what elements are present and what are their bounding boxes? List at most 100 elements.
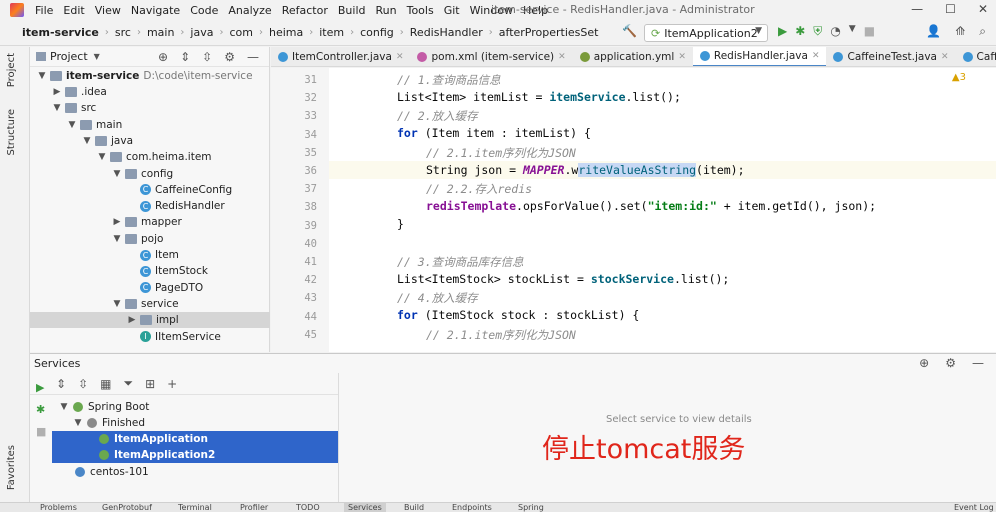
code-editor[interactable]: 31 32 33 34 35 36 37 38 39 40 41 42 43 44 45 ▲3 // 1.查… xyxy=(271,68,996,352)
breadcrumb-java[interactable]: java xyxy=(190,26,213,39)
breadcrumb-item[interactable]: item xyxy=(319,26,344,39)
breadcrumb-redishandler[interactable]: RedisHandler xyxy=(410,26,483,39)
chevron-down-icon[interactable]: ▼ xyxy=(72,418,84,428)
chevron-down-icon[interactable]: ▼ xyxy=(111,299,123,309)
menu-code[interactable]: Code xyxy=(185,4,223,17)
project-side-tab[interactable]: Project xyxy=(6,53,17,87)
service-group-spring-boot[interactable]: ▼ Spring Boot xyxy=(52,399,338,415)
globe-icon[interactable]: ⊕ xyxy=(919,356,929,370)
menu-refactor[interactable]: Refactor xyxy=(277,4,333,17)
breadcrumb-com[interactable]: com xyxy=(229,26,253,39)
menu-tools[interactable]: Tools xyxy=(402,4,439,17)
breadcrumb-item-service[interactable]: item-service xyxy=(22,26,99,39)
menu-file[interactable]: File xyxy=(30,4,58,17)
warning-indicator[interactable]: ▲3 xyxy=(952,72,966,83)
debug-icon[interactable]: ✱ xyxy=(795,24,805,39)
hide-icon[interactable]: — xyxy=(247,50,259,64)
chevron-down-icon[interactable]: ▼ xyxy=(36,71,48,81)
breadcrumb-afterpropertiesset[interactable]: afterPropertiesSet xyxy=(499,26,599,39)
menu-navigate[interactable]: Navigate xyxy=(126,4,185,17)
tree-item-config[interactable]: ▼ config xyxy=(30,166,270,182)
add-service-icon[interactable]: + xyxy=(167,377,177,391)
chevron-down-icon[interactable]: ▼ xyxy=(111,169,123,179)
close-icon[interactable]: ✕ xyxy=(978,2,988,16)
tree-item-main[interactable]: ▼ main xyxy=(30,117,270,133)
service-item-centos[interactable]: centos-101 xyxy=(52,464,338,480)
tree-root[interactable]: ▼ item-service D:\code\item-service xyxy=(30,68,270,84)
tree-item-java[interactable]: ▼ java xyxy=(30,133,270,149)
tree-item-itemstock[interactable]: C ItemStock xyxy=(30,263,270,279)
menu-edit[interactable]: Edit xyxy=(58,4,89,17)
tree-item-iitemservice[interactable]: I IItemService xyxy=(30,329,270,345)
new-tab-icon[interactable]: ⊞ xyxy=(145,377,155,391)
bottom-tab-services[interactable]: Services xyxy=(344,503,386,512)
chevron-right-icon[interactable]: ▶ xyxy=(126,315,138,325)
breadcrumb-main[interactable]: main xyxy=(147,26,174,39)
tree-item-item[interactable]: C Item xyxy=(30,247,270,263)
chevron-down-icon[interactable]: ▼ xyxy=(96,152,108,162)
group-by-icon[interactable]: ▦ xyxy=(100,377,111,391)
chevron-down-icon[interactable]: ▼ xyxy=(58,402,70,412)
hide-icon[interactable]: — xyxy=(972,356,984,370)
collapse-all-icon[interactable]: ⇳ xyxy=(78,377,88,391)
close-icon[interactable]: ✕ xyxy=(558,52,566,62)
tree-item-com-heima-item[interactable]: ▼ com.heima.item xyxy=(30,149,270,165)
stop-icon[interactable]: ■ xyxy=(864,24,875,39)
chevron-down-icon[interactable]: ▼ xyxy=(66,120,78,130)
menu-git[interactable]: Git xyxy=(439,4,465,17)
build-hammer-icon[interactable]: 🔨 xyxy=(622,24,637,38)
tab-itemcontroller[interactable]: ItemController.java ✕ xyxy=(271,47,410,66)
bottom-tab-profiler[interactable]: Profiler xyxy=(240,503,268,512)
close-icon[interactable]: ✕ xyxy=(941,52,949,62)
service-item-itemapplication2[interactable]: ItemApplication2 xyxy=(52,447,338,463)
services-divider[interactable] xyxy=(338,373,339,503)
tree-item-caffeineconfig[interactable]: C CaffeineConfig xyxy=(30,182,270,198)
settings-gear-icon[interactable]: ⚙ xyxy=(945,356,956,370)
menu-run[interactable]: Run xyxy=(371,4,402,17)
tab-redishandler[interactable]: RedisHandler.java ✕ xyxy=(692,47,827,66)
bottom-tab-terminal[interactable]: Terminal xyxy=(178,503,212,512)
menu-view[interactable]: View xyxy=(90,4,126,17)
service-item-itemapplication[interactable]: ItemApplication xyxy=(52,431,338,447)
bottom-tab-endpoints[interactable]: Endpoints xyxy=(452,503,492,512)
breadcrumb-heima[interactable]: heima xyxy=(269,26,303,39)
expand-all-icon[interactable]: ⇕ xyxy=(56,377,66,391)
stop-icon[interactable]: ■ xyxy=(36,425,46,438)
structure-side-tab[interactable]: Structure xyxy=(6,109,17,156)
more-run-icon[interactable]: ▼ xyxy=(849,24,856,39)
tree-item-redishandler[interactable]: C RedisHandler xyxy=(30,198,270,214)
tab-application-yml[interactable]: application.yml ✕ xyxy=(573,47,693,66)
settings-gear-icon[interactable]: ⚙ xyxy=(224,50,235,64)
maximize-icon[interactable]: ☐ xyxy=(945,2,956,16)
tree-item-pagedto[interactable]: C PageDTO xyxy=(30,280,270,296)
project-panel-title[interactable]: Project xyxy=(50,50,88,63)
bottom-tab-genprotobuf[interactable]: GenProtobuf xyxy=(102,503,152,512)
tree-item-src[interactable]: ▼ src xyxy=(30,100,270,116)
translate-icon[interactable]: ⟰ xyxy=(955,24,965,39)
chevron-right-icon[interactable]: ▶ xyxy=(111,217,123,227)
tab-caffeineconfig[interactable]: CaffeineConfig.java xyxy=(956,47,996,66)
profile-icon[interactable]: ◔ xyxy=(830,24,840,39)
tab-caffeinetest[interactable]: CaffeineTest.java ✕ xyxy=(826,47,955,66)
filter-icon[interactable]: ⏷ xyxy=(123,376,133,391)
bottom-tab-spring[interactable]: Spring xyxy=(518,503,544,512)
minimize-icon[interactable]: — xyxy=(911,2,923,16)
chevron-down-icon[interactable]: ▼ xyxy=(81,136,93,146)
bottom-tab-build[interactable]: Build xyxy=(404,503,424,512)
menu-analyze[interactable]: Analyze xyxy=(223,4,276,17)
bottom-tab-problems[interactable]: Problems xyxy=(40,503,77,512)
service-group-finished[interactable]: ▼ Finished xyxy=(52,415,338,431)
tree-item-pojo[interactable]: ▼ pojo xyxy=(30,231,270,247)
search-icon[interactable]: ⌕ xyxy=(979,24,986,39)
close-icon[interactable]: ✕ xyxy=(396,52,404,62)
tree-item-service[interactable]: ▼ service xyxy=(30,296,270,312)
close-icon[interactable]: ✕ xyxy=(678,52,686,62)
run-configuration-selector[interactable]: ⟳ ItemApplication2 ▼ xyxy=(644,24,768,42)
debug-icon[interactable]: ✱ xyxy=(36,403,45,416)
menu-build[interactable]: Build xyxy=(333,4,371,17)
locate-file-icon[interactable]: ⊕ xyxy=(158,50,168,64)
breadcrumb-config[interactable]: config xyxy=(360,26,394,39)
tree-item-impl[interactable]: ▶ impl xyxy=(30,312,270,329)
bottom-tab-todo[interactable]: TODO xyxy=(296,503,320,512)
chevron-down-icon[interactable]: ▼ xyxy=(94,52,100,61)
